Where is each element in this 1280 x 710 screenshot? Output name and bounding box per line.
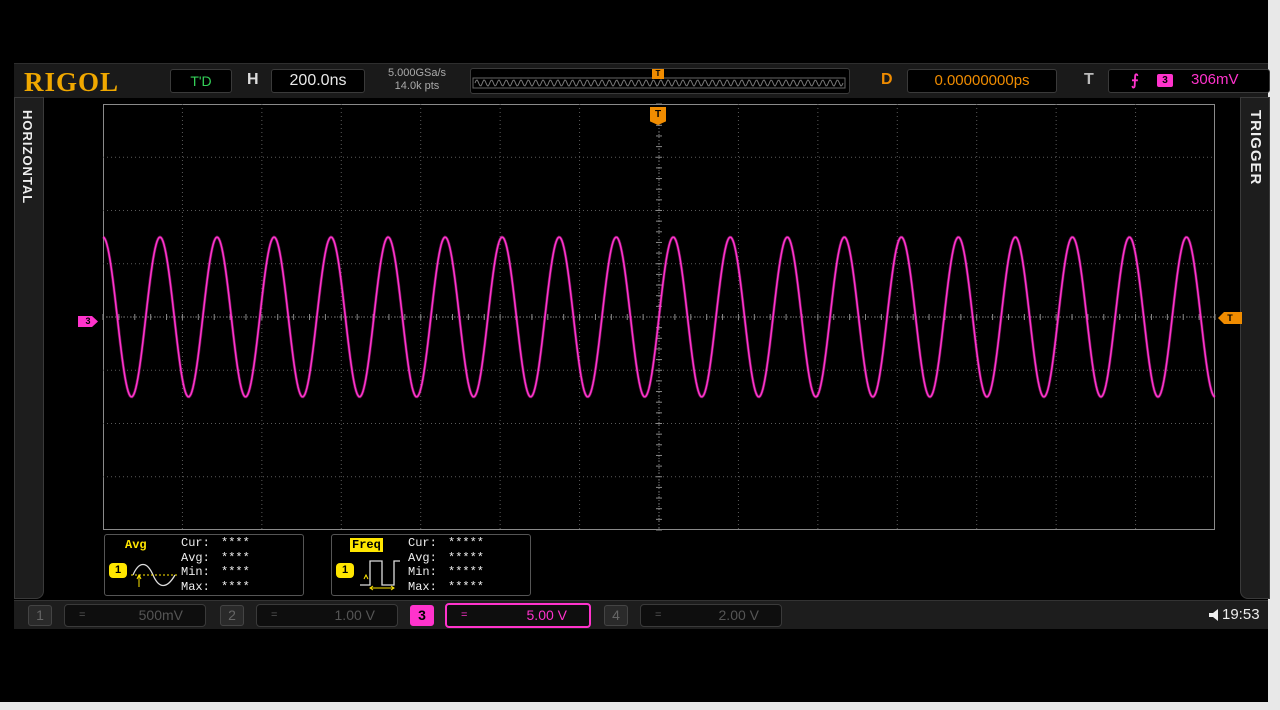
dc-coupling-icon: = bbox=[461, 609, 468, 621]
channel-scale-value: 5.00 V bbox=[526, 607, 567, 623]
rising-edge-icon: ⨍ bbox=[1131, 72, 1139, 89]
average-waveform-icon bbox=[131, 563, 179, 587]
memory-overview[interactable]: T bbox=[470, 68, 850, 94]
measurement-freq[interactable]: Freq 1 Cur: ***** Avg: ***** Min: ***** Max… bbox=[331, 534, 531, 596]
channel-2-scale[interactable]: = 1.00 V bbox=[256, 604, 398, 627]
timebase-value[interactable]: 200.0ns bbox=[271, 69, 365, 93]
measurement-row: Avg: ***** bbox=[408, 550, 485, 565]
acquisition-info: 5.000GSa/s 14.0k pts bbox=[374, 67, 460, 93]
channel-scale-value: 1.00 V bbox=[334, 607, 375, 623]
channel-4-scale[interactable]: = 2.00 V bbox=[640, 604, 782, 627]
measurement-row: Avg: **** bbox=[181, 550, 250, 565]
window-edge-bottom bbox=[0, 702, 1280, 710]
measurement-name: Avg bbox=[125, 538, 147, 552]
measurement-row: Max: **** bbox=[181, 579, 250, 594]
measurement-channel-badge: 1 bbox=[336, 563, 354, 578]
dc-coupling-icon: = bbox=[79, 609, 86, 621]
brand-logo: RIGOL bbox=[24, 67, 120, 97]
measurement-row: Min: **** bbox=[181, 565, 250, 579]
measurement-row: Cur: **** bbox=[181, 536, 250, 550]
delay-value[interactable]: 0.00000000ps bbox=[907, 69, 1057, 93]
memory-trigger-marker: T bbox=[652, 69, 664, 79]
speaker-icon[interactable] bbox=[1208, 608, 1222, 622]
measurement-row: Max: ***** bbox=[408, 579, 485, 594]
run-status[interactable]: T'D bbox=[170, 69, 232, 93]
measurement-avg[interactable]: Avg 1 Cur: **** Avg: **** Min: **** Max: ***… bbox=[104, 534, 304, 596]
frequency-pulse-icon bbox=[360, 560, 400, 591]
channel-4-button[interactable]: 4 bbox=[604, 605, 628, 626]
memory-depth: 14.0k pts bbox=[394, 80, 440, 92]
trigger-level: 306mV bbox=[1191, 71, 1239, 88]
delay-label: D bbox=[881, 71, 893, 88]
channel-scale-value: 500mV bbox=[138, 607, 183, 623]
measurement-row: Min: ***** bbox=[408, 565, 485, 579]
trigger-position-marker[interactable]: T bbox=[650, 107, 666, 125]
trigger-tab-label: TRIGGER bbox=[1247, 110, 1264, 186]
horizontal-tab-label: HORIZONTAL bbox=[20, 110, 35, 205]
horizontal-label: H bbox=[247, 71, 259, 88]
dc-coupling-icon: = bbox=[271, 609, 278, 621]
channel-3-button[interactable]: 3 bbox=[410, 605, 434, 626]
measurement-name: Freq bbox=[350, 538, 383, 552]
measurement-row: Cur: ***** bbox=[408, 536, 485, 550]
channel-bar: 1 = 500mV 2 = 1.00 V 3 = 5.00 V 4 = 2.00… bbox=[14, 600, 1268, 629]
channel-1-button[interactable]: 1 bbox=[28, 605, 52, 626]
clock: 19:53 bbox=[1222, 606, 1260, 623]
measurement-values: Cur: ***** Avg: ***** Min: ***** Max: ***** bbox=[408, 536, 484, 594]
trigger-label: T bbox=[1084, 71, 1094, 88]
measurement-channel-badge: 1 bbox=[109, 563, 127, 578]
status-bar: RIGOL T'D H 200.0ns 5.000GSa/s 14.0k pts… bbox=[14, 63, 1270, 98]
channel-1-scale[interactable]: = 500mV bbox=[64, 604, 206, 627]
dc-coupling-icon: = bbox=[655, 609, 662, 621]
channel-2-button[interactable]: 2 bbox=[220, 605, 244, 626]
channel-3-scale[interactable]: = 5.00 V bbox=[445, 603, 591, 628]
sample-rate: 5.000GSa/s bbox=[387, 67, 447, 79]
waveform-display[interactable] bbox=[102, 103, 1216, 531]
measurement-values: Cur: **** Avg: **** Min: **** Max: **** bbox=[181, 536, 250, 594]
channel-scale-value: 2.00 V bbox=[718, 607, 759, 623]
trigger-settings[interactable]: ⨍ 3 306mV bbox=[1108, 69, 1270, 93]
trigger-source-badge: 3 bbox=[1157, 74, 1173, 87]
